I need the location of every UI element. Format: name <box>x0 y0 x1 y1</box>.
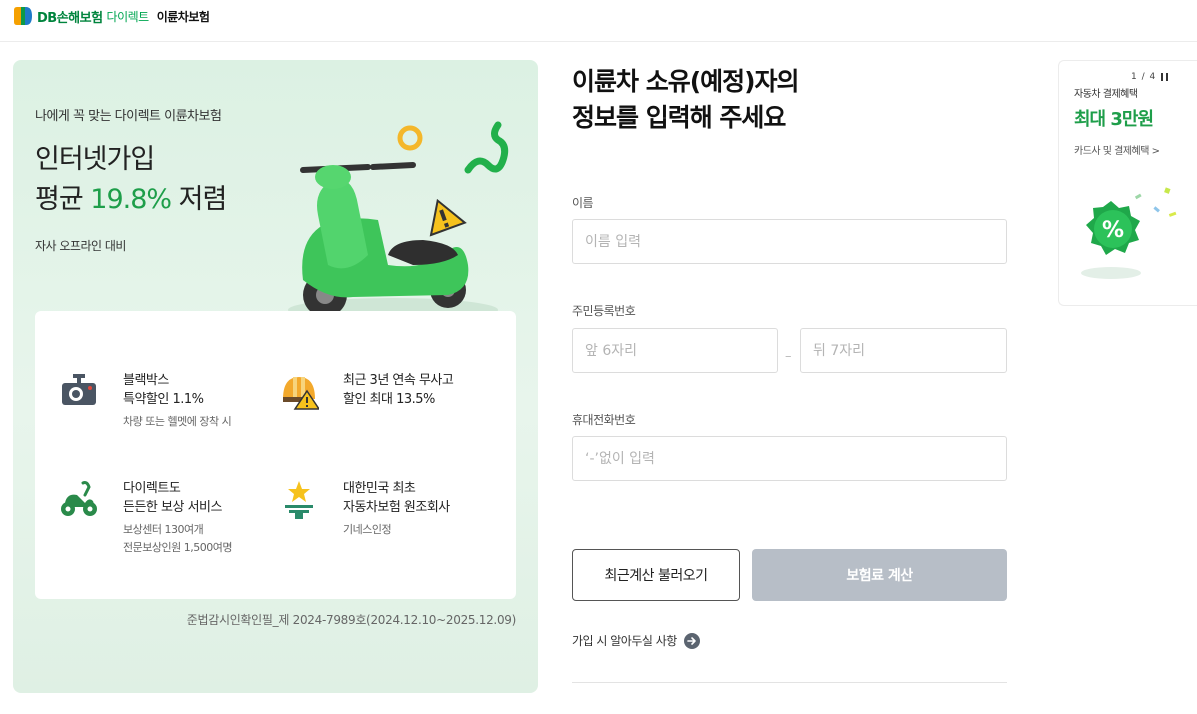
benefit-blackbox: 블랙박스 특약할인 1.1% 차량 또는 헬멧에 장착 시 <box>59 371 279 431</box>
benefit-title: 블랙박스 특약할인 1.1% <box>123 371 204 409</box>
compliance-license-text: 준법감시인확인필_제 2024-7989호(2024.12.10~2025.12… <box>186 613 517 627</box>
benefits-box: 블랙박스 특약할인 1.1% 차량 또는 헬멧에 장착 시 최근 3년 연속 무… <box>35 311 516 599</box>
phone-label: 휴대전화번호 <box>572 413 636 427</box>
form-divider <box>572 682 1007 683</box>
form-title: 이륜차 소유(예정)자의 정보를 입력해 주세요 <box>572 64 800 136</box>
brand-direct: 다이렉트 <box>106 9 150 24</box>
name-label: 이름 <box>572 196 594 210</box>
arrow-right-circle-icon <box>683 632 700 649</box>
rrn-label: 주민등록번호 <box>572 304 636 318</box>
scooter-icon <box>61 481 97 516</box>
promo-banner[interactable]: 1 / 4 자동차 결제혜택 최대 3만원 카드사 및 결제혜택 > % <box>1058 60 1197 306</box>
benefit-title: 최근 3년 연속 무사고 할인 최대 13.5% <box>343 371 454 409</box>
form-title-line2: 정보를 입력해 주세요 <box>572 103 786 132</box>
header: DB손해보험 다이렉트 이륜차보험 <box>0 0 1197 42</box>
rrn-back-input[interactable] <box>800 328 1007 373</box>
logo[interactable]: DB손해보험 다이렉트 이륜차보험 <box>12 4 210 28</box>
headline-suffix: 저렴 <box>171 184 228 215</box>
promo-headline-line2: 평균 19.8% 저렴 <box>35 180 228 220</box>
benefit-title: 대한민국 최초 자동차보험 원조회사 <box>343 479 450 517</box>
promo-subtitle: 나에게 꼭 맞는 다이렉트 이륜차보험 <box>35 109 222 124</box>
brand-name: DB손해보험 <box>37 10 103 26</box>
svg-text:%: % <box>1102 218 1124 243</box>
enrollment-notice-link[interactable]: 가입 시 알아두실 사항 <box>572 632 700 649</box>
db-logo-icon <box>14 7 32 25</box>
enrollment-notice-label: 가입 시 알아두실 사항 <box>572 634 677 648</box>
benefit-title-line1: 대한민국 최초 <box>343 481 416 496</box>
benefit-no-accident: 최근 3년 연속 무사고 할인 최대 13.5% <box>279 371 499 421</box>
benefit-desc: 보상센터 130여개 <box>123 523 204 536</box>
pause-icon[interactable] <box>1161 73 1169 81</box>
product-name: 이륜차보험 <box>156 9 210 24</box>
banner-pager: 1 / 4 <box>1131 72 1169 82</box>
promo-panel: 나에게 꼭 맞는 다이렉트 이륜차보험 인터넷가입 평균 19.8% 저렴 자사… <box>13 60 538 693</box>
banner-headline: 최대 3만원 <box>1074 109 1154 130</box>
benefit-title-line1: 다이렉트도 <box>123 481 181 496</box>
headline-prefix: 평균 <box>35 184 91 215</box>
benefit-desc: 기네스인정 <box>343 523 392 536</box>
helmet-warning-icon <box>283 377 319 410</box>
benefit-desc: 차량 또는 헬멧에 장착 시 <box>123 415 232 428</box>
benefit-first-insurer: 대한민국 최초 자동차보험 원조회사 기네스인정 <box>279 479 499 539</box>
rrn-front-input[interactable] <box>572 328 778 373</box>
benefit-title-line2: 든든한 보상 서비스 <box>123 500 222 515</box>
phone-input[interactable] <box>572 436 1007 481</box>
promo-headline: 인터넷가입 평균 19.8% 저렴 <box>35 140 228 220</box>
benefit-title-line2: 할인 최대 13.5% <box>343 392 435 407</box>
banner-caption: 자동차 결제혜택 <box>1074 89 1138 100</box>
benefit-title-line1: 최근 3년 연속 무사고 <box>343 373 454 388</box>
banner-page-indicator: 1 / 4 <box>1131 72 1157 82</box>
name-input[interactable] <box>572 219 1007 264</box>
blackbox-camera-icon <box>62 374 96 405</box>
benefit-title: 다이렉트도 든든한 보상 서비스 <box>123 479 222 517</box>
star-trophy-icon <box>285 481 313 519</box>
promo-headline-line1: 인터넷가입 <box>35 144 155 175</box>
benefit-desc: 전문보상인원 1,500여명 <box>123 541 232 554</box>
load-recent-calculation-button[interactable]: 최근계산 불러오기 <box>572 549 740 601</box>
benefit-title-line1: 블랙박스 <box>123 373 169 388</box>
headline-highlight: 19.8% <box>90 184 172 215</box>
percent-badge-icon: % <box>1081 187 1177 279</box>
form-title-line1: 이륜차 소유(예정)자의 <box>572 67 800 96</box>
benefit-title-line2: 특약할인 1.1% <box>123 392 204 407</box>
calculate-premium-button[interactable]: 보험료 계산 <box>752 549 1007 601</box>
banner-link[interactable]: 카드사 및 결제혜택 > <box>1074 142 1160 157</box>
benefit-compensation: 다이렉트도 든든한 보상 서비스 보상센터 130여개 전문보상인원 1,500… <box>59 479 279 554</box>
promo-note: 자사 오프라인 대비 <box>35 239 126 253</box>
benefit-title-line2: 자동차보험 원조회사 <box>343 500 450 515</box>
scooter-illustration-icon <box>288 121 509 322</box>
rrn-separator: – <box>785 349 792 364</box>
